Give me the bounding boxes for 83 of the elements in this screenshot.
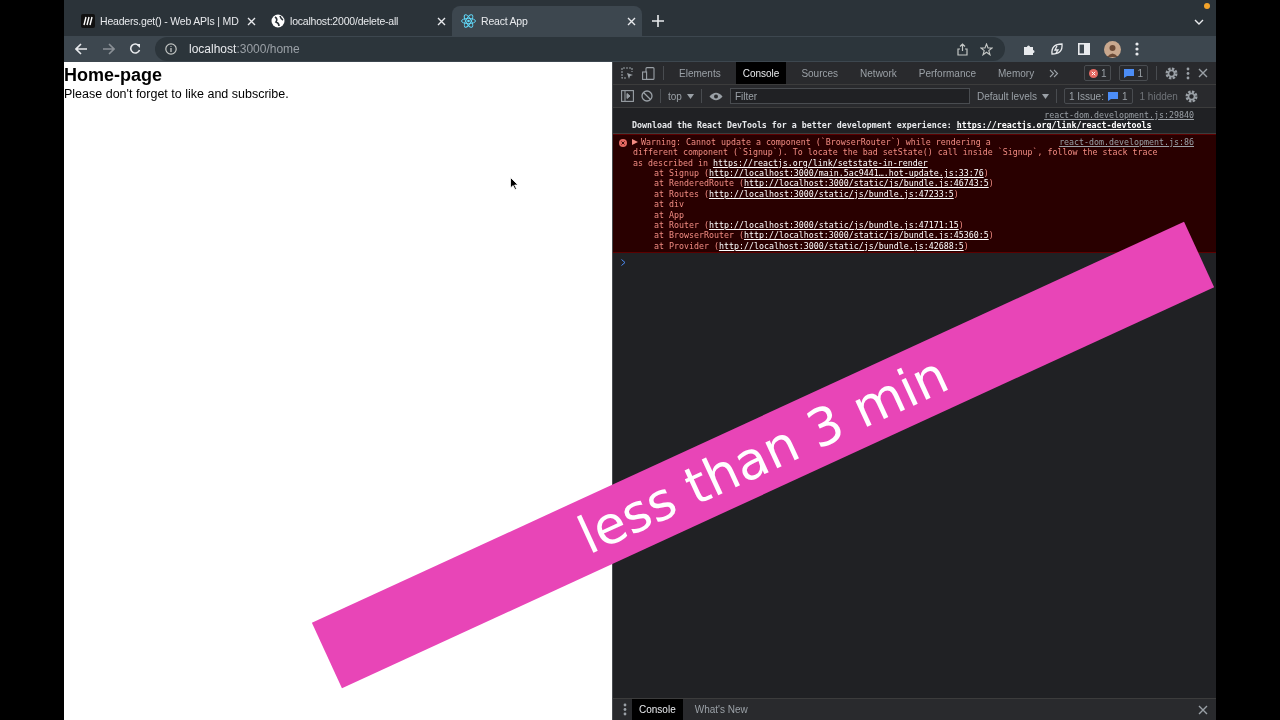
more-icon[interactable] bbox=[623, 703, 627, 716]
error-icon bbox=[1088, 68, 1098, 78]
devtools-tab[interactable]: Network bbox=[853, 62, 904, 84]
settings-icon[interactable] bbox=[1184, 89, 1198, 103]
close-icon[interactable] bbox=[1198, 68, 1208, 78]
caret-icon bbox=[1041, 93, 1049, 99]
context-dropdown[interactable]: top bbox=[668, 90, 694, 102]
settings-icon[interactable] bbox=[1165, 66, 1178, 80]
devtools-tab[interactable]: Performance bbox=[911, 62, 983, 84]
forward-icon[interactable] bbox=[102, 43, 115, 55]
source-link[interactable]: react-dom.development.js:86 bbox=[1059, 136, 1194, 148]
tab-title: React App bbox=[481, 15, 529, 27]
message-icon bbox=[1124, 68, 1135, 78]
reload-icon[interactable] bbox=[129, 43, 141, 55]
message-icon bbox=[1107, 91, 1118, 101]
side-panel-icon[interactable] bbox=[1078, 43, 1090, 55]
new-tab-icon[interactable] bbox=[652, 15, 664, 27]
logo-icon bbox=[81, 14, 95, 28]
console-message: Download the React DevTools for a better development experience: https://reactjs.org/link/react-devtools bbox=[632, 120, 1152, 131]
source-link[interactable]: react-dom.development.js:29840 bbox=[1044, 110, 1194, 121]
error-message-line: Warning: Cannot update a component (`BrowserRouter`) while rendering a bbox=[641, 136, 991, 148]
stack-trace-line: at BrowserRouter (http://localhost:3000/static/js/bundle.js:45360:5) bbox=[653, 230, 995, 241]
stack-trace-link[interactable]: http://localhost:3000/static/js/bundle.js:46743:5 bbox=[743, 178, 989, 189]
address-bar[interactable]: localhost:3000/home bbox=[155, 37, 1005, 61]
sidebar-toggle-icon[interactable] bbox=[621, 90, 634, 102]
url-text: localhost:3000/home bbox=[189, 42, 300, 56]
drawer-tab[interactable]: What's New bbox=[687, 699, 755, 720]
browser-tab[interactable]: Headers.get() - Web APIs | MD bbox=[72, 6, 262, 36]
browser-tab[interactable]: localhost:2000/delete-all bbox=[262, 6, 452, 36]
stack-trace-link[interactable]: http://localhost:3000/static/js/bundle.js:47233:5 bbox=[708, 188, 954, 199]
more-tabs-icon[interactable] bbox=[1049, 68, 1060, 78]
docs-link[interactable]: https://reactjs.org/link/setstate-in-render bbox=[712, 157, 928, 168]
globe-icon bbox=[271, 14, 285, 28]
notification-dot-icon bbox=[1204, 3, 1210, 9]
expand-triangle-icon[interactable] bbox=[632, 139, 638, 145]
stack-trace-link[interactable]: http://localhost:3000/static/js/bundle.js:42688:5 bbox=[718, 240, 964, 251]
star-icon[interactable] bbox=[980, 42, 993, 56]
filter-field[interactable]: Filter bbox=[729, 88, 970, 104]
atom-icon bbox=[461, 14, 476, 28]
issues-button[interactable]: 1 Issue: 1 bbox=[1063, 88, 1133, 104]
stack-trace-link[interactable]: http://localhost:3000/static/js/bundle.js:47171:15 bbox=[708, 220, 959, 231]
stack-trace-line: at RenderedRoute (http://localhost:3000/static/js/bundle.js:46743:5) bbox=[653, 178, 995, 189]
devtools-tab[interactable]: Memory bbox=[991, 62, 1042, 84]
drawer-tab[interactable]: Console bbox=[632, 699, 683, 720]
error-icon bbox=[619, 138, 627, 147]
avatar-icon[interactable] bbox=[1104, 40, 1121, 58]
page-heading: Home-page bbox=[64, 65, 163, 86]
hidden-count: 1 hidden bbox=[1139, 90, 1178, 102]
leaf-icon[interactable] bbox=[1050, 42, 1064, 56]
more-icon[interactable] bbox=[1186, 66, 1190, 80]
back-icon[interactable] bbox=[75, 43, 88, 55]
caret-icon bbox=[686, 93, 694, 99]
close-icon[interactable] bbox=[1198, 704, 1208, 715]
tab-title: localhost:2000/delete-all bbox=[290, 15, 400, 27]
page-text: Please don't forget to like and subscribe. bbox=[64, 86, 290, 102]
prompt-chevron-icon bbox=[621, 259, 626, 267]
chevron-down-icon[interactable] bbox=[1194, 19, 1204, 25]
log-levels-dropdown[interactable]: Default levels bbox=[976, 90, 1049, 102]
devtools-tab[interactable]: Elements bbox=[672, 62, 728, 84]
stack-trace-line: at Routes (http://localhost:3000/static/js/bundle.js:47233:5) bbox=[653, 188, 960, 200]
inspect-icon[interactable] bbox=[621, 66, 634, 80]
stack-trace-line: at Signup (http://localhost:3000/main.5ac9441….hot-update.js:33:76) bbox=[653, 168, 990, 179]
stack-trace-link[interactable]: http://localhost:3000/static/js/bundle.js:45360:5 bbox=[743, 230, 989, 241]
error-message-line: different component (`Signup`). To locate the bad setState() call inside `Signup`, follow the stack trace bbox=[633, 147, 1159, 158]
devtools-link[interactable]: https://reactjs.org/link/react-devtools bbox=[956, 120, 1152, 131]
error-message-line: as described in https://reactjs.org/link/setstate-in-render bbox=[633, 157, 929, 169]
share-icon[interactable] bbox=[957, 42, 968, 56]
devtools-tab[interactable]: Sources bbox=[794, 62, 846, 84]
clear-icon[interactable] bbox=[641, 90, 653, 102]
stack-trace-link[interactable]: http://localhost:3000/main.5ac9441….hot-update.js:33:76 bbox=[708, 168, 984, 179]
browser-tab[interactable]: React App bbox=[452, 6, 642, 36]
eye-icon[interactable] bbox=[708, 91, 723, 101]
mouse-cursor-icon bbox=[510, 177, 519, 190]
device-icon[interactable] bbox=[642, 66, 655, 80]
stack-trace-line: at App bbox=[653, 209, 685, 221]
stack-trace-line: at div bbox=[653, 199, 685, 210]
message-count-badge[interactable]: 1 bbox=[1119, 65, 1148, 81]
stack-trace-line: at Router (http://localhost:3000/static/js/bundle.js:47171:15) bbox=[653, 220, 965, 231]
error-count-badge[interactable]: 1 bbox=[1083, 65, 1112, 81]
info-icon bbox=[165, 43, 177, 55]
more-icon[interactable] bbox=[1135, 42, 1139, 56]
tab-title: Headers.get() - Web APIs | MD bbox=[100, 15, 240, 27]
devtools-tab[interactable]: Console bbox=[735, 62, 787, 84]
